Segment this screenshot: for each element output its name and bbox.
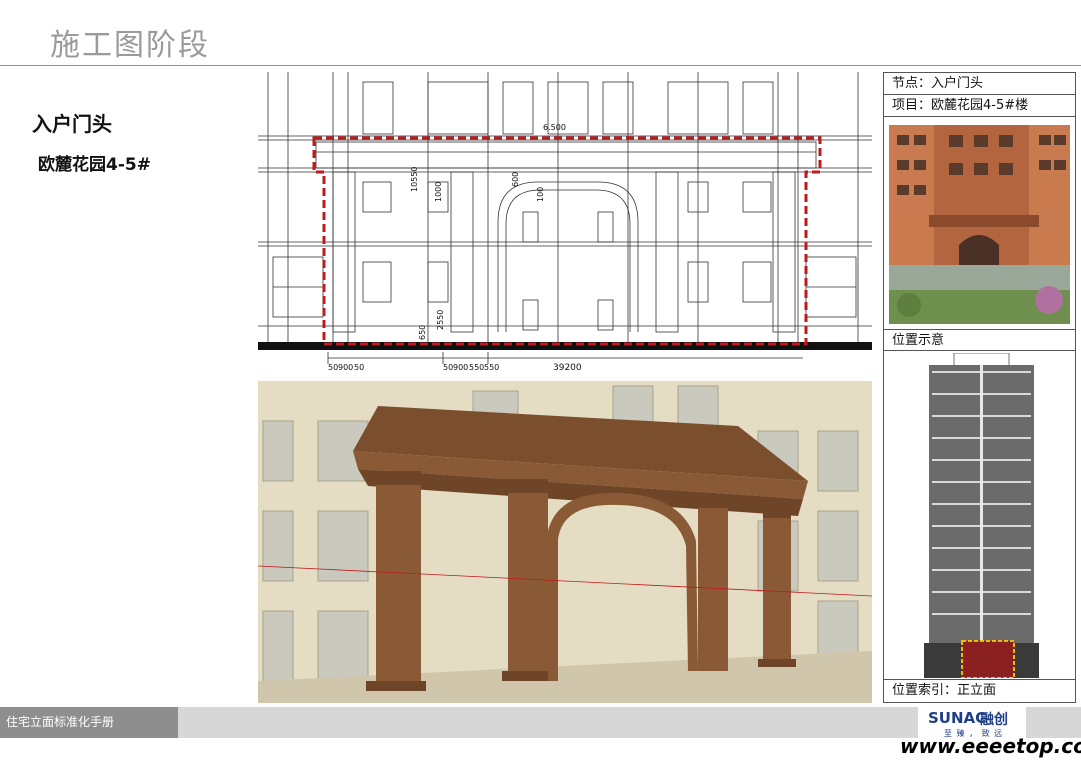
page-title: 施工图阶段 [50,28,210,63]
info-panel: 节点：入户门头 项目：欧麓花园4-5#楼 位置示意 位置索引：正立面 [883,72,1076,703]
dim-label: 600 [511,172,520,187]
dim-label: 100 [536,187,545,202]
dim-label: 550 [469,363,484,372]
dim-label: 900 [338,363,353,372]
dim-label: 900 [453,363,468,372]
total-dimension: 39200 [553,363,582,373]
portal-3d-render [258,381,872,703]
index-label: 位置索引：正立面 [884,679,1075,701]
cad-elevation-drawing: 6.500 50 900 50 50 900 550 550 39200 105… [258,72,872,377]
site-photo-svg [889,125,1070,324]
portal-render-svg [258,381,872,703]
dim-label: 50 [354,363,364,372]
dim-label: 550 [484,363,499,372]
cad-elevation-svg: 6.500 50 900 50 50 900 550 550 39200 105… [258,72,872,373]
section-title: 入户门头 [32,112,112,136]
dim-label: 2550 [436,310,445,330]
dim-label: 650 [418,325,427,340]
dim-label: 10550 [410,167,419,192]
node-label: 节点：入户门头 [884,73,1075,95]
title-divider [0,65,1081,66]
section-subtitle: 欧麓花园4-5# [38,155,151,175]
manual-title: 住宅立面标准化手册 [0,707,178,738]
site-photo [889,125,1070,324]
dim-label: 50 [328,363,338,372]
building-elevation [904,352,1059,679]
dim-label: 1000 [434,182,443,202]
building-elevation-svg [924,352,1039,679]
location-label: 位置示意 [884,329,1075,351]
logo-cn: 融创 [980,712,1008,728]
project-label: 项目：欧麓花园4-5#楼 [884,95,1075,117]
elevation-mark: 6.500 [543,123,566,132]
dim-label: 50 [443,363,453,372]
watermark: www.eeeetop.com [900,734,1081,758]
logo-brand: SUNAC [928,709,987,727]
